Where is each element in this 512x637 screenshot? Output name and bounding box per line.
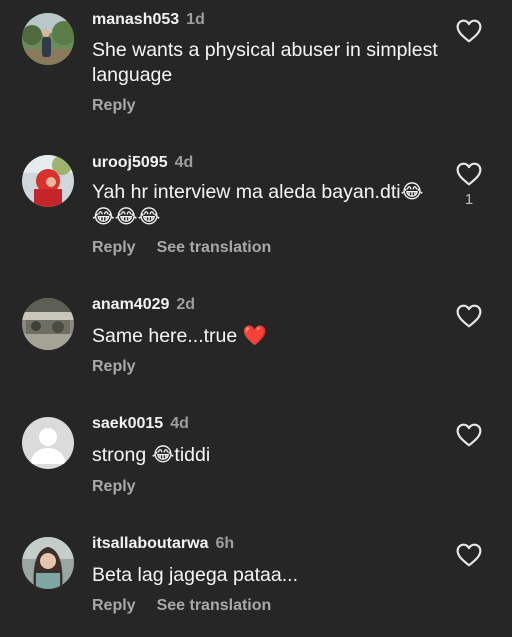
heart-outline-icon[interactable] <box>456 423 482 447</box>
reply-button[interactable]: Reply <box>92 238 136 258</box>
heart-outline-icon[interactable] <box>456 543 482 567</box>
comment-meta: anam4029 2d <box>92 295 195 315</box>
comment-text: Beta lag jagega pataa... <box>92 564 298 586</box>
comment-actions: Reply <box>92 96 136 116</box>
comment-actions: Reply See translation <box>92 596 271 616</box>
comment-text: Yah hr interview ma aleda bayan.dti😂😂😂😂 <box>92 181 424 228</box>
comment-age: 4d <box>170 415 189 432</box>
reply-button[interactable]: Reply <box>92 477 136 497</box>
comment-meta: saek0015 4d <box>92 414 189 434</box>
like-count: 1 <box>464 191 474 208</box>
comment-actions: Reply See translation <box>92 238 271 258</box>
reply-button[interactable]: Reply <box>92 96 136 116</box>
comment-meta: itsallaboutarwa 6h <box>92 534 234 554</box>
username[interactable]: urooj5095 <box>92 154 168 171</box>
username[interactable]: saek0015 <box>92 415 163 432</box>
avatar[interactable] <box>22 13 74 65</box>
comment-text: Same here...true ❤️ <box>92 325 267 347</box>
comment-age: 4d <box>174 154 194 171</box>
comment-age: 1d <box>186 11 205 28</box>
avatar[interactable] <box>22 298 74 350</box>
reply-button[interactable]: Reply <box>92 357 136 377</box>
avatar[interactable] <box>22 537 74 589</box>
see-translation-button[interactable]: See translation <box>157 238 272 258</box>
comment-text: strong 😂tiddi <box>92 444 211 466</box>
comment-text: She wants a physical abuser in simplest … <box>92 39 438 86</box>
comment-actions: Reply <box>92 357 136 377</box>
comment-meta: manash053 1d <box>92 10 205 30</box>
comment-meta: urooj5095 4d <box>92 153 193 173</box>
see-translation-button[interactable]: See translation <box>157 596 272 616</box>
comment-age: 2d <box>176 296 196 313</box>
avatar[interactable] <box>22 417 74 469</box>
reply-button[interactable]: Reply <box>92 596 136 616</box>
comment-actions: Reply <box>92 477 136 497</box>
username[interactable]: anam4029 <box>92 296 169 313</box>
heart-outline-icon[interactable] <box>456 19 482 43</box>
avatar[interactable] <box>22 155 74 207</box>
username[interactable]: manash053 <box>92 11 179 28</box>
heart-outline-icon[interactable] <box>456 304 482 328</box>
comment-age: 6h <box>215 535 235 552</box>
heart-outline-icon[interactable] <box>456 162 482 186</box>
username[interactable]: itsallaboutarwa <box>92 535 208 552</box>
